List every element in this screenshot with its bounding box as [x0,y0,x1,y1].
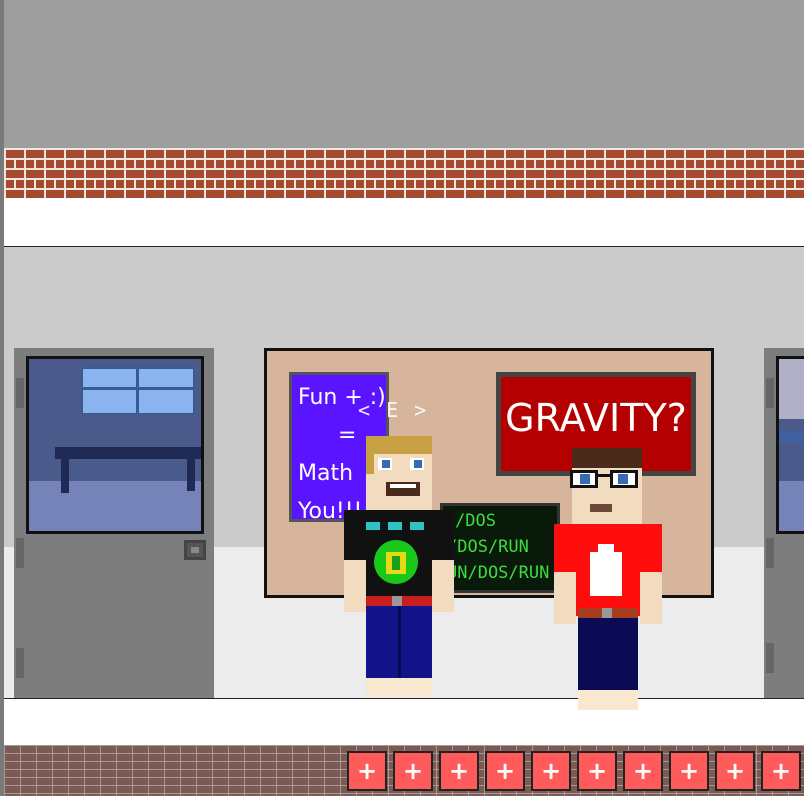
player-character [344,436,454,698]
door-hinge [16,378,24,408]
character-arm [432,560,454,612]
hotbar-slot[interactable]: + [715,751,755,791]
character-feet [366,678,432,696]
npc-character[interactable] [554,448,664,712]
door-hinge [16,538,24,568]
table-leg [61,457,69,493]
terminal-line: /DOS [455,511,496,531]
interact-key-hint: < E > [358,398,429,422]
character-arm [554,572,576,624]
door-hinge [766,643,774,673]
door-hinge [766,378,774,408]
hotbar-slot[interactable]: + [669,751,709,791]
character-arm [640,572,662,624]
room-floor [29,481,201,531]
character-mouth [590,504,612,512]
door-handle[interactable] [184,540,206,560]
hotbar-slot[interactable]: + [485,751,525,791]
classroom-table [55,447,201,459]
door-hinge [766,538,774,568]
door-window [26,356,204,534]
hotbar-slot[interactable]: + [393,751,433,791]
ceiling-band [4,198,804,247]
character-feet [578,690,638,710]
left-door[interactable] [14,348,214,698]
terminal-line: /DOS/RUN [447,537,529,557]
hotbar-slot[interactable]: + [577,751,617,791]
character-pants [578,618,638,690]
floor-band [4,699,804,745]
hotbar-slot[interactable]: + [761,751,801,791]
window-divider [136,367,139,415]
window-divider [81,387,195,390]
character-hair [366,436,432,454]
sky [0,0,804,148]
left-border [0,0,4,796]
brick-wall-top [4,148,804,198]
terminal-poster: /DOS /DOS/RUN UN/DOS/RUN [440,503,560,593]
hotbar-slot[interactable]: + [623,751,663,791]
right-door[interactable] [764,348,804,698]
hotbar-slot[interactable]: + [531,751,571,791]
terminal-line: UN/DOS/RUN [447,563,550,583]
hotbar-slot[interactable]: + [439,751,479,791]
table-leg [187,457,195,491]
gravity-text: GRAVITY? [505,396,687,440]
door-hinge [16,648,24,678]
character-arm [344,560,366,612]
character-hair [572,448,642,468]
hotbar-slot[interactable]: + [347,751,387,791]
door-window [776,356,804,534]
